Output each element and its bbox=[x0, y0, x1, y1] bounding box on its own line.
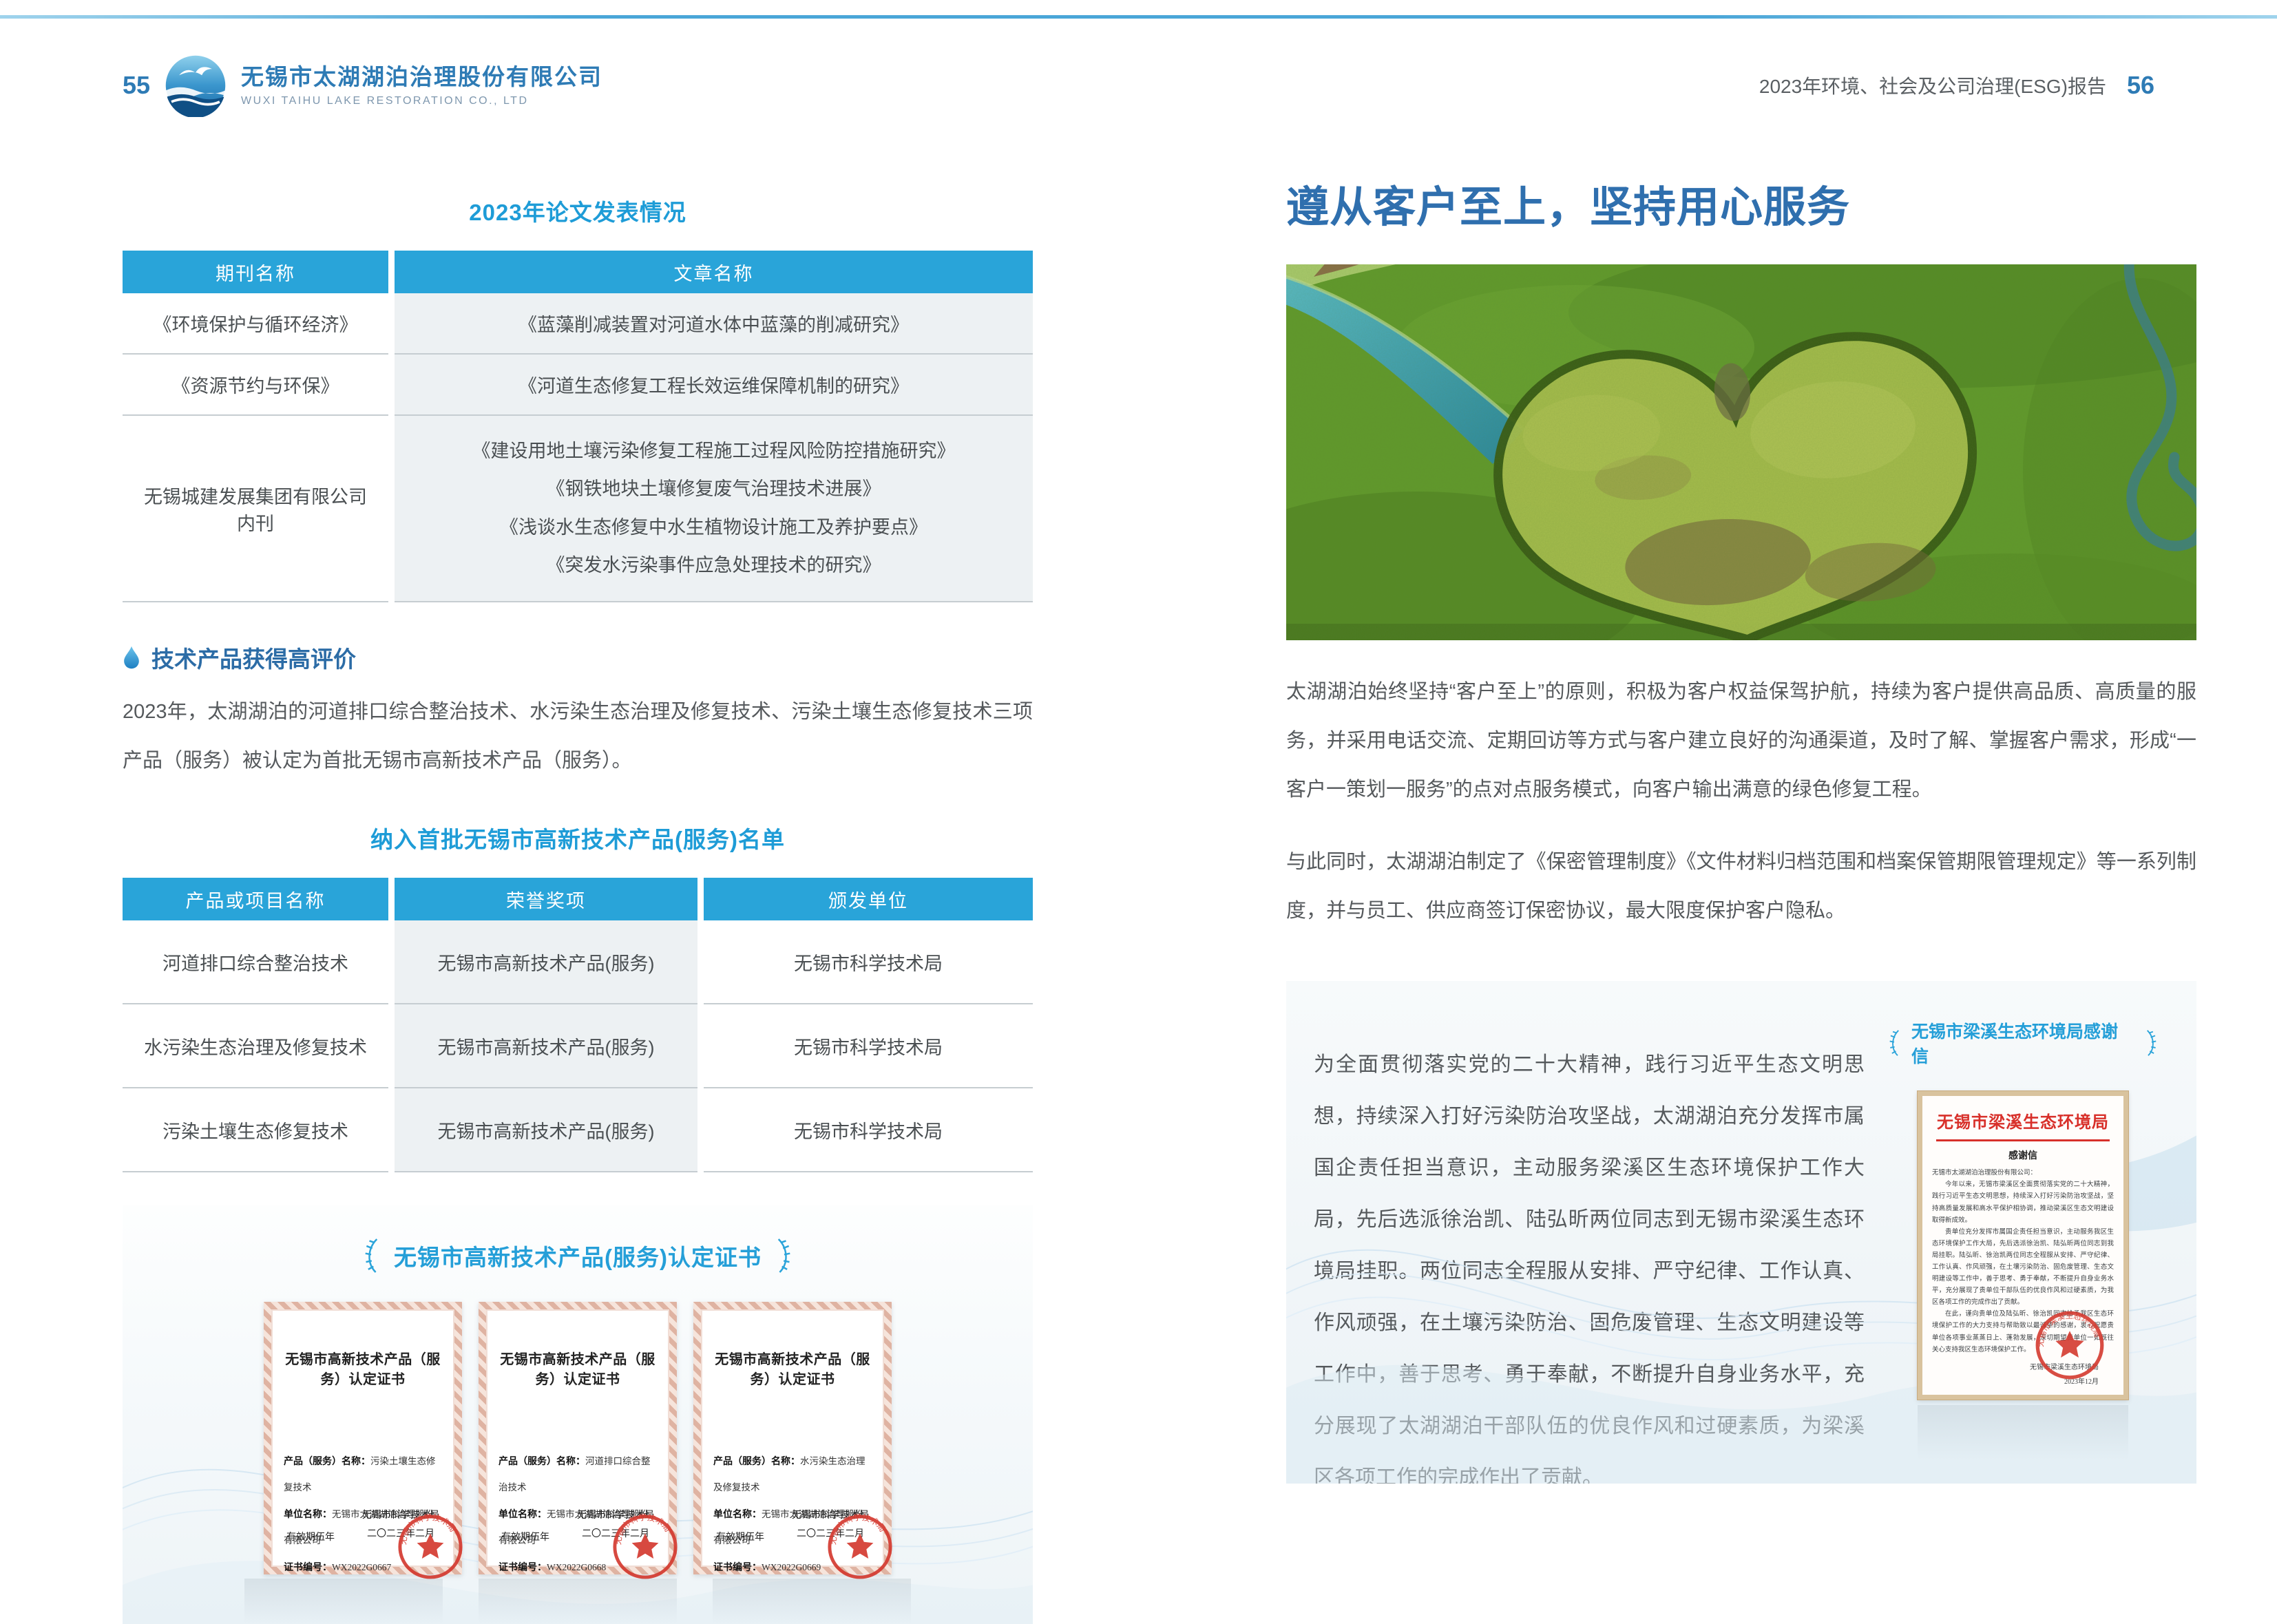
article-line: 《突发水污染事件应急处理技术的研究》 bbox=[547, 547, 881, 584]
laurel-branch-icon bbox=[773, 1236, 796, 1276]
right-page-number: 56 bbox=[2127, 71, 2154, 100]
thank-you-letter-column: 无锡市梁溪生态环境局感谢信 无锡市梁溪生态环境局 感谢信 无锡市太湖湖泊治理股份… bbox=[1885, 1018, 2161, 1460]
certificate: 无锡市高新技术产品（服务）认定证书 产品（服务）名称：河道排口综合整治技术 单位… bbox=[479, 1302, 677, 1574]
table-cell: 无锡城建发展集团有限公司内刊 bbox=[123, 416, 388, 602]
cert-panel-caption: 无锡市高新技术产品(服务)认定证书 bbox=[123, 1236, 1033, 1276]
liangxi-story-panel: 为全面贯彻落实党的二十大精神，践行习近平生态文明思想，持续深入打好污染防治攻坚战… bbox=[1286, 981, 2196, 1484]
validity: 有效期伍年 bbox=[501, 1530, 549, 1543]
certificate: 无锡市高新技术产品（服务）认定证书 产品（服务）名称：污染土壤生态修复技术 单位… bbox=[264, 1302, 462, 1574]
certificate-row: 无锡市高新技术产品（服务）认定证书 产品（服务）名称：污染土壤生态修复技术 单位… bbox=[123, 1302, 1033, 1574]
tech-section-paragraph: 2023年，太湖湖泊的河道排口综合整治技术、水污染生态治理及修复技术、污染土壤生… bbox=[123, 688, 1033, 785]
table-cell: 《环境保护与循环经济》 bbox=[123, 293, 388, 355]
table-cell: 水污染生态治理及修复技术 bbox=[123, 1004, 388, 1088]
letter-paragraph: 贵单位充分发挥市属国企责任担当意识，主动服务我区生态环境保护工作大局，先后选派徐… bbox=[1932, 1227, 2114, 1309]
letter-salutation: 无锡市太湖湖泊治理股份有限公司： bbox=[1932, 1168, 2114, 1179]
right-page: 遵从客户至上，坚持用心服务 bbox=[1286, 172, 2196, 1484]
papers-col-header-journal: 期刊名称 bbox=[123, 251, 388, 293]
validity: 有效期伍年 bbox=[716, 1530, 764, 1543]
papers-table: 期刊名称 文章名称 《环境保护与循环经济》 《蓝藻削减装置对河道水体中蓝藻的削减… bbox=[123, 251, 1033, 602]
company-name-en: WUXI TAIHU LAKE RESTORATION CO., LTD bbox=[241, 94, 602, 108]
spread-header: 55 无锡市太湖湖泊治理股份有限公司 WUXI TAIHU LAKE RESTO… bbox=[123, 54, 2154, 117]
article-line: 《建设用地土壤污染修复工程施工过程风险防控措施研究》 bbox=[472, 432, 956, 470]
report-title: 2023年环境、社会及公司治理(ESG)报告 bbox=[1759, 72, 2106, 99]
chapter-title: 遵从客户至上，坚持用心服务 bbox=[1286, 172, 2196, 234]
thank-you-letter: 无锡市梁溪生态环境局 感谢信 无锡市太湖湖泊治理股份有限公司： 今年以来，无锡市… bbox=[1918, 1091, 2128, 1400]
water-drop-icon bbox=[123, 645, 140, 670]
tech-section-heading: 技术产品获得高评价 bbox=[123, 641, 1033, 674]
certificate-title: 无锡市高新技术产品（服务）认定证书 bbox=[713, 1348, 872, 1388]
left-page: 2023年论文发表情况 期刊名称 文章名称 《环境保护与循环经济》 《蓝藻削减装… bbox=[123, 194, 1033, 1624]
table-cell: 无锡市高新技术产品(服务) bbox=[395, 1004, 697, 1088]
laurel-branch-icon bbox=[2143, 1028, 2161, 1058]
tech-section-heading-text: 技术产品获得高评价 bbox=[151, 641, 356, 674]
service-story-paragraph: 为全面贯彻落实党的二十大精神，践行习近平生态文明思想，持续深入打好污染防治攻坚战… bbox=[1314, 1039, 1865, 1484]
article-line: 《浅谈水生态修复中水生植物设计施工及养护要点》 bbox=[500, 509, 927, 547]
laurel-branch-icon bbox=[359, 1236, 383, 1276]
certificate: 无锡市高新技术产品（服务）认定证书 产品（服务）名称：水污染生态治理及修复技术 … bbox=[693, 1302, 892, 1574]
letter-red-rule bbox=[1936, 1139, 2110, 1141]
certificate-reflections bbox=[123, 1574, 1033, 1624]
header-left: 55 无锡市太湖湖泊治理股份有限公司 WUXI TAIHU LAKE RESTO… bbox=[123, 54, 602, 117]
validity: 有效期伍年 bbox=[286, 1530, 335, 1543]
letter-reflection bbox=[1918, 1405, 2128, 1460]
header-right: 2023年环境、社会及公司治理(ESG)报告 56 bbox=[1759, 71, 2154, 100]
table-cell: 《资源节约与环保》 bbox=[123, 355, 388, 416]
certificate-title: 无锡市高新技术产品（服务）认定证书 bbox=[499, 1348, 657, 1388]
company-name: 无锡市太湖湖泊治理股份有限公司 WUXI TAIHU LAKE RESTORAT… bbox=[241, 63, 602, 107]
hitech-col-header-issuer: 颁发单位 bbox=[704, 878, 1033, 920]
certificates-panel: 无锡市高新技术产品(服务)认定证书 无锡市高新技术产品（服务）认定证书 产品（服… bbox=[123, 1205, 1033, 1624]
company-logo-icon bbox=[164, 54, 227, 117]
table-cell: 河道排口综合整治技术 bbox=[123, 920, 388, 1004]
table-cell: 无锡市科学技术局 bbox=[704, 1088, 1033, 1172]
letter-caption: 无锡市梁溪生态环境局感谢信 bbox=[1885, 1018, 2161, 1068]
papers-table-title: 2023年论文发表情况 bbox=[123, 194, 1033, 227]
table-cell: 《河道生态修复工程长效运维保障机制的研究》 bbox=[395, 355, 1033, 416]
red-star-seal-icon: 无锡市科学技术局 bbox=[397, 1513, 464, 1581]
table-cell: 污染土壤生态修复技术 bbox=[123, 1088, 388, 1172]
table-cell: 无锡市科学技术局 bbox=[704, 920, 1033, 1004]
hitech-table-title: 纳入首批无锡市高新技术产品(服务)名单 bbox=[123, 821, 1033, 854]
hitech-col-header-product: 产品或项目名称 bbox=[123, 878, 388, 920]
laurel-branch-icon bbox=[1885, 1028, 1903, 1058]
letter-org-header: 无锡市梁溪生态环境局 bbox=[1932, 1108, 2114, 1132]
left-page-number: 55 bbox=[123, 71, 150, 100]
red-star-seal-icon: 无锡市科学技术局 bbox=[611, 1513, 679, 1581]
red-star-seal-icon: 无锡市科学技术局 bbox=[826, 1513, 894, 1581]
hitech-col-header-award: 荣誉奖项 bbox=[395, 878, 697, 920]
company-name-cn: 无锡市太湖湖泊治理股份有限公司 bbox=[241, 63, 602, 91]
red-star-seal-icon: 无锡市梁溪生态环境局 bbox=[2034, 1309, 2106, 1381]
hitech-table: 产品或项目名称 荣誉奖项 颁发单位 河道排口综合整治技术 无锡市高新技术产品(服… bbox=[123, 878, 1033, 1172]
table-cell: 《蓝藻削减装置对河道水体中蓝藻的削减研究》 bbox=[395, 293, 1033, 355]
table-cell: 无锡市高新技术产品(服务) bbox=[395, 1088, 697, 1172]
body-paragraph: 与此同时，太湖湖泊制定了《保密管理制度》《文件材料归档范围和档案保管期限管理规定… bbox=[1286, 838, 2196, 936]
certificate-title: 无锡市高新技术产品（服务）认定证书 bbox=[284, 1348, 442, 1388]
letter-paragraph: 今年以来，无锡市梁溪区全面贯彻落实党的二十大精神，践行习近平生态文明思想，持续深… bbox=[1932, 1179, 2114, 1226]
letter-caption-text: 无锡市梁溪生态环境局感谢信 bbox=[1911, 1018, 2134, 1068]
table-cell: 《建设用地土壤污染修复工程施工过程风险防控措施研究》 《钢铁地块土壤修复废气治理… bbox=[395, 416, 1033, 602]
table-cell: 无锡市科学技术局 bbox=[704, 1004, 1033, 1088]
table-cell: 无锡市高新技术产品(服务) bbox=[395, 920, 697, 1004]
page-top-rule bbox=[0, 15, 2277, 19]
letter-subtitle: 感谢信 bbox=[1932, 1148, 2114, 1162]
body-paragraph: 太湖湖泊始终坚持“客户至上”的原则，积极为客户权益保驾护航，持续为客户提供高品质… bbox=[1286, 668, 2196, 814]
heart-forest-photo bbox=[1286, 264, 2196, 640]
papers-col-header-article: 文章名称 bbox=[395, 251, 1033, 293]
cert-panel-caption-text: 无锡市高新技术产品(服务)认定证书 bbox=[394, 1239, 762, 1272]
esg-report-spread: { "header": { "left_page_number": "55", … bbox=[0, 0, 2277, 1545]
article-line: 《钢铁地块土壤修复废气治理技术进展》 bbox=[547, 470, 881, 508]
